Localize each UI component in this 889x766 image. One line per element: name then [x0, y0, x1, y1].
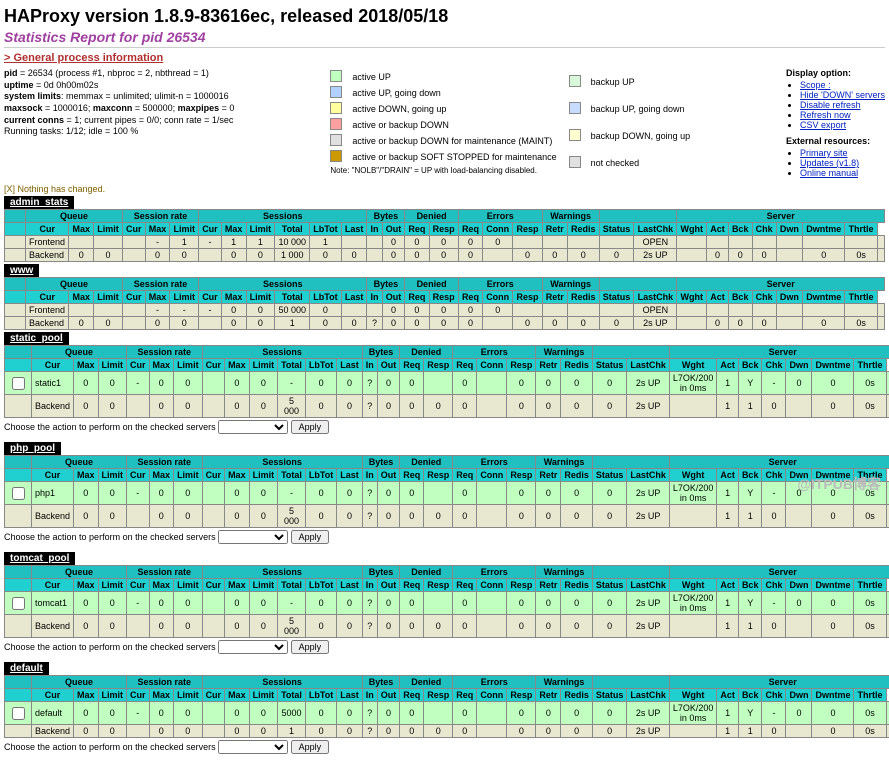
- action-select[interactable]: [218, 640, 288, 654]
- action-select[interactable]: [218, 530, 288, 544]
- apply-button[interactable]: Apply: [291, 640, 330, 654]
- table-row: Backend0000005 00000?000000002s UP11000s: [5, 505, 889, 528]
- apply-button[interactable]: Apply: [291, 420, 330, 434]
- stats-table: QueueSession rateSessionsBytesDeniedErro…: [4, 209, 885, 262]
- external-head: External resources:: [786, 136, 870, 146]
- section-header: > General process information: [4, 52, 885, 64]
- external-link[interactable]: Primary site: [800, 148, 885, 158]
- notice: [X] Nothing has changed.: [4, 184, 885, 194]
- external-link[interactable]: Updates (v1.8): [800, 158, 885, 168]
- table-row: Backend000000100?000000002s UP11000s: [5, 725, 889, 738]
- table-row: Backend0000001 00000000000002s UP00000s: [5, 249, 885, 262]
- display-option[interactable]: Hide 'DOWN' servers: [800, 90, 885, 100]
- row-checkbox[interactable]: [12, 377, 25, 390]
- display-option[interactable]: CSV export: [800, 120, 885, 130]
- stats-table: QueueSession rateSessionsBytesDeniedErro…: [4, 277, 885, 330]
- table-row: default00-0000500000?00000002s UPL7OK/20…: [5, 702, 889, 725]
- action-label: Choose the action to perform on the chec…: [4, 422, 216, 432]
- action-label: Choose the action to perform on the chec…: [4, 532, 216, 542]
- proxy-caption[interactable]: static_pool: [4, 332, 69, 345]
- stats-table: QueueSession rateSessionsBytesDeniedErro…: [4, 565, 889, 638]
- action-label: Choose the action to perform on the chec…: [4, 642, 216, 652]
- table-row: Frontend-1-1110 000100000OPEN: [5, 236, 885, 249]
- proxy-caption[interactable]: www: [4, 264, 39, 277]
- table-row: Backend0000005 00000?000000002s UP11000s: [5, 615, 889, 638]
- row-checkbox[interactable]: [12, 597, 25, 610]
- table-row: Backend0000005 00000?000000002s UP11000s: [5, 395, 889, 418]
- external-link[interactable]: Online manual: [800, 168, 885, 178]
- display-option[interactable]: Disable refresh: [800, 100, 885, 110]
- page-title: HAProxy version 1.8.9-83616ec, released …: [4, 6, 885, 27]
- proxy-caption[interactable]: admin_stats: [4, 196, 74, 209]
- display-head: Display option:: [786, 68, 851, 78]
- proxy-caption[interactable]: php_pool: [4, 442, 61, 455]
- action-select[interactable]: [218, 420, 288, 434]
- row-checkbox[interactable]: [12, 487, 25, 500]
- table-row: Frontend---0050 000000000OPEN: [5, 304, 885, 317]
- row-checkbox[interactable]: [12, 707, 25, 720]
- apply-button[interactable]: Apply: [291, 740, 330, 754]
- stats-table: QueueSession rateSessionsBytesDeniedErro…: [4, 675, 889, 738]
- apply-button[interactable]: Apply: [291, 530, 330, 544]
- action-select[interactable]: [218, 740, 288, 754]
- process-info: pid = 26534 (process #1, nbproc = 2, nbt…: [4, 68, 234, 138]
- table-row: tomcat100-0000-00?00000002s UPL7OK/200 i…: [5, 592, 889, 615]
- table-row: static100-0000-00?00000002s UPL7OK/200 i…: [5, 372, 889, 395]
- subtitle: Statistics Report for pid 26534: [4, 29, 885, 48]
- display-option[interactable]: Refresh now: [800, 110, 885, 120]
- table-row: Backend000000100?000000002s UP00000s: [5, 317, 885, 330]
- stats-table: QueueSession rateSessionsBytesDeniedErro…: [4, 455, 889, 528]
- watermark: @ITPUB博客: [797, 474, 881, 494]
- proxy-caption[interactable]: default: [4, 662, 49, 675]
- table-row: php100-0000-00?00000002s UPL7OK/200 in 0…: [5, 482, 889, 505]
- legend: active UPactive UP, going downactive DOW…: [325, 68, 695, 177]
- action-label: Choose the action to perform on the chec…: [4, 742, 216, 752]
- proxy-caption[interactable]: tomcat_pool: [4, 552, 75, 565]
- display-option[interactable]: Scope :: [800, 80, 885, 90]
- stats-table: QueueSession rateSessionsBytesDeniedErro…: [4, 345, 889, 418]
